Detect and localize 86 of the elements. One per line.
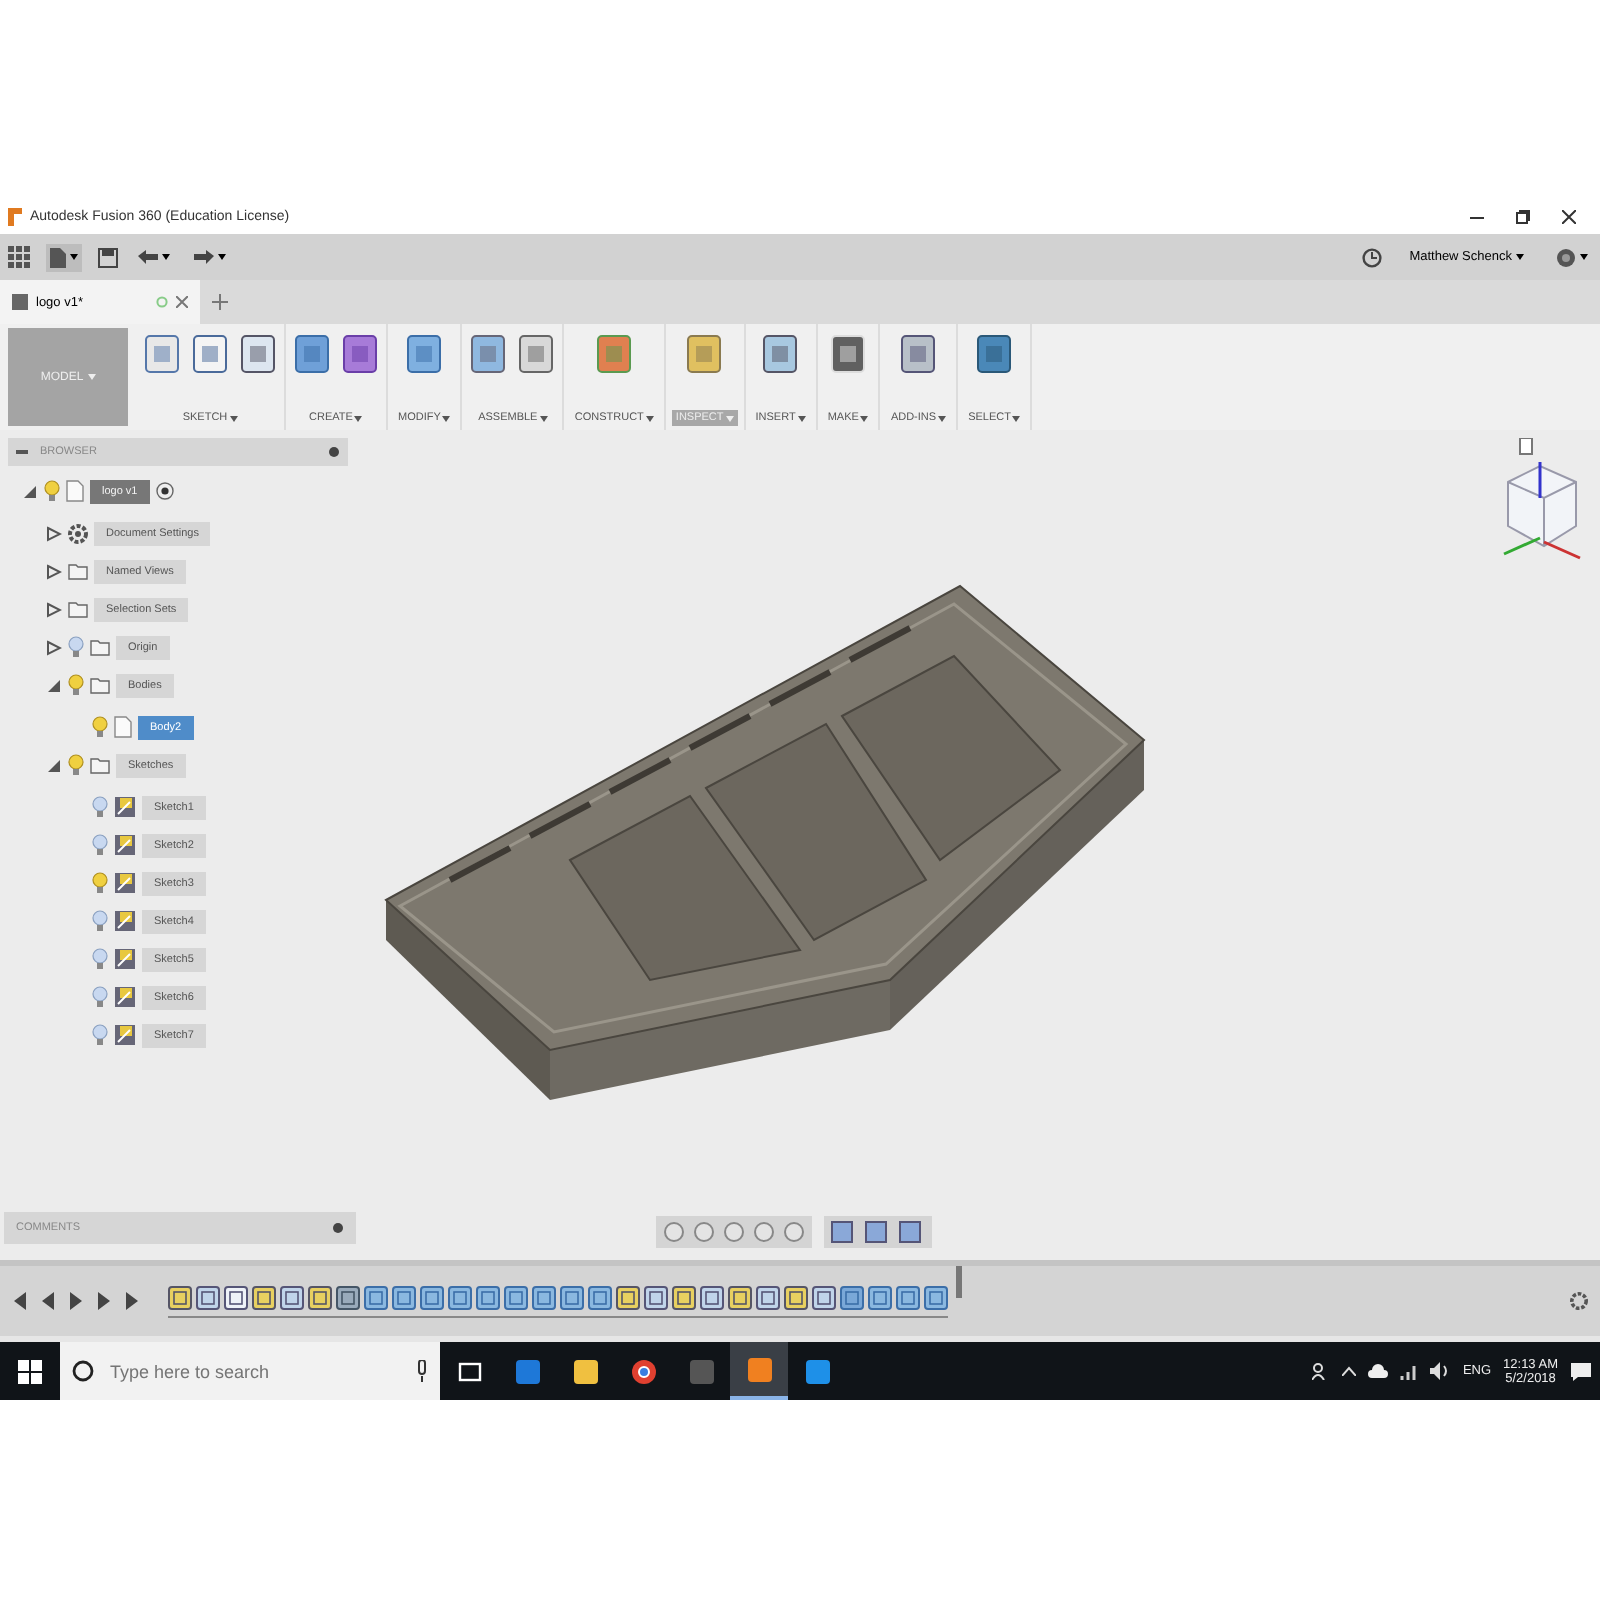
- fusion-taskbar-button[interactable]: [730, 1342, 788, 1400]
- redo-button[interactable]: [190, 246, 230, 268]
- gear-icon: [68, 523, 88, 543]
- windows-start-icon[interactable]: [18, 1359, 42, 1383]
- collapsed-arrow-icon[interactable]: [45, 601, 61, 617]
- lightbulb-icon[interactable]: [92, 948, 108, 970]
- sketch-icon: [114, 986, 136, 1008]
- microphone-icon[interactable]: [416, 1360, 428, 1382]
- settings-icon[interactable]: [1570, 1292, 1588, 1310]
- folder-icon: [90, 756, 110, 774]
- lightbulb-icon[interactable]: [44, 480, 60, 502]
- sketch-icon: [114, 1024, 136, 1046]
- lightbulb-icon[interactable]: [92, 986, 108, 1008]
- lightbulb-icon[interactable]: [92, 796, 108, 818]
- caret-icon: [938, 415, 947, 421]
- lightbulb-icon[interactable]: [68, 754, 84, 776]
- network-icon[interactable]: [1400, 1363, 1419, 1379]
- expanded-arrow-icon[interactable]: [45, 677, 61, 693]
- people-icon[interactable]: [1312, 1362, 1331, 1380]
- caret-icon: [354, 415, 363, 421]
- caret-icon: [539, 415, 548, 421]
- save-icon[interactable]: [98, 247, 118, 267]
- undo-arrow-icon: [138, 250, 158, 264]
- caret-icon: [229, 415, 238, 421]
- plus-icon[interactable]: [212, 294, 228, 310]
- caret-icon: [645, 415, 654, 421]
- caret-icon: [162, 254, 170, 260]
- cloud-icon[interactable]: [1368, 1364, 1389, 1378]
- help-button[interactable]: [1552, 243, 1592, 271]
- skip-back-icon[interactable]: [12, 1292, 28, 1310]
- pin-icon[interactable]: [332, 1221, 344, 1235]
- radio-icon[interactable]: [155, 482, 174, 500]
- lightbulb-icon[interactable]: [92, 834, 108, 856]
- caret-icon: [1012, 415, 1021, 421]
- help-icon: [1556, 247, 1576, 267]
- caret-icon: [725, 415, 734, 421]
- step-forward-icon[interactable]: [96, 1292, 112, 1310]
- chevron-up-icon[interactable]: [1342, 1366, 1357, 1376]
- cortana-ring-icon: [72, 1360, 94, 1382]
- cube-icon: [12, 294, 28, 310]
- collapsed-arrow-icon[interactable]: [45, 525, 61, 541]
- lightbulb-icon[interactable]: [92, 910, 108, 932]
- step-back-icon[interactable]: [40, 1292, 56, 1310]
- notification-icon[interactable]: [1570, 1361, 1592, 1381]
- timeline-marker[interactable]: [956, 1266, 962, 1298]
- pin-icon[interactable]: [328, 445, 340, 459]
- caret-icon: [87, 374, 96, 380]
- collapsed-arrow-icon[interactable]: [45, 639, 61, 655]
- lightbulb-icon[interactable]: [92, 872, 108, 894]
- sketch-icon: [114, 910, 136, 932]
- refresh-icon: [156, 296, 168, 308]
- lightbulb-icon[interactable]: [92, 716, 108, 738]
- collapsed-arrow-icon[interactable]: [45, 563, 61, 579]
- file-icon: [50, 247, 66, 267]
- sketch-icon: [114, 948, 136, 970]
- restore-icon[interactable]: [1516, 210, 1530, 224]
- caret-icon: [1580, 254, 1588, 260]
- lightbulb-icon[interactable]: [92, 1024, 108, 1046]
- caret-icon: [797, 415, 806, 421]
- file-menu-button[interactable]: [46, 243, 82, 271]
- caret-icon: [1516, 254, 1524, 260]
- close-icon[interactable]: [1562, 210, 1576, 224]
- clock-icon[interactable]: [1361, 247, 1382, 267]
- lightbulb-icon[interactable]: [68, 674, 84, 696]
- document-icon: [66, 480, 84, 502]
- lightbulb-icon[interactable]: [68, 636, 84, 658]
- volume-icon[interactable]: [1430, 1362, 1451, 1380]
- caret-icon: [218, 254, 226, 260]
- collapse-icon[interactable]: [16, 448, 28, 456]
- caret-icon: [70, 254, 78, 260]
- redo-arrow-icon: [194, 250, 214, 264]
- caret-icon: [860, 415, 869, 421]
- expanded-arrow-icon[interactable]: [21, 483, 37, 499]
- sketch-icon: [114, 872, 136, 894]
- caret-icon: [442, 415, 451, 421]
- search-box[interactable]: Type here to search: [60, 1342, 440, 1400]
- sketch-icon: [114, 834, 136, 856]
- undo-button[interactable]: [134, 246, 174, 268]
- skip-forward-icon[interactable]: [124, 1292, 140, 1310]
- app-logo-icon: [8, 208, 22, 226]
- sketch-icon: [114, 796, 136, 818]
- search-field[interactable]: Type here to search: [106, 1359, 404, 1383]
- expanded-arrow-icon[interactable]: [45, 757, 61, 773]
- document-icon: [114, 716, 132, 738]
- grid-menu-icon[interactable]: [8, 246, 30, 268]
- play-icon[interactable]: [68, 1292, 84, 1310]
